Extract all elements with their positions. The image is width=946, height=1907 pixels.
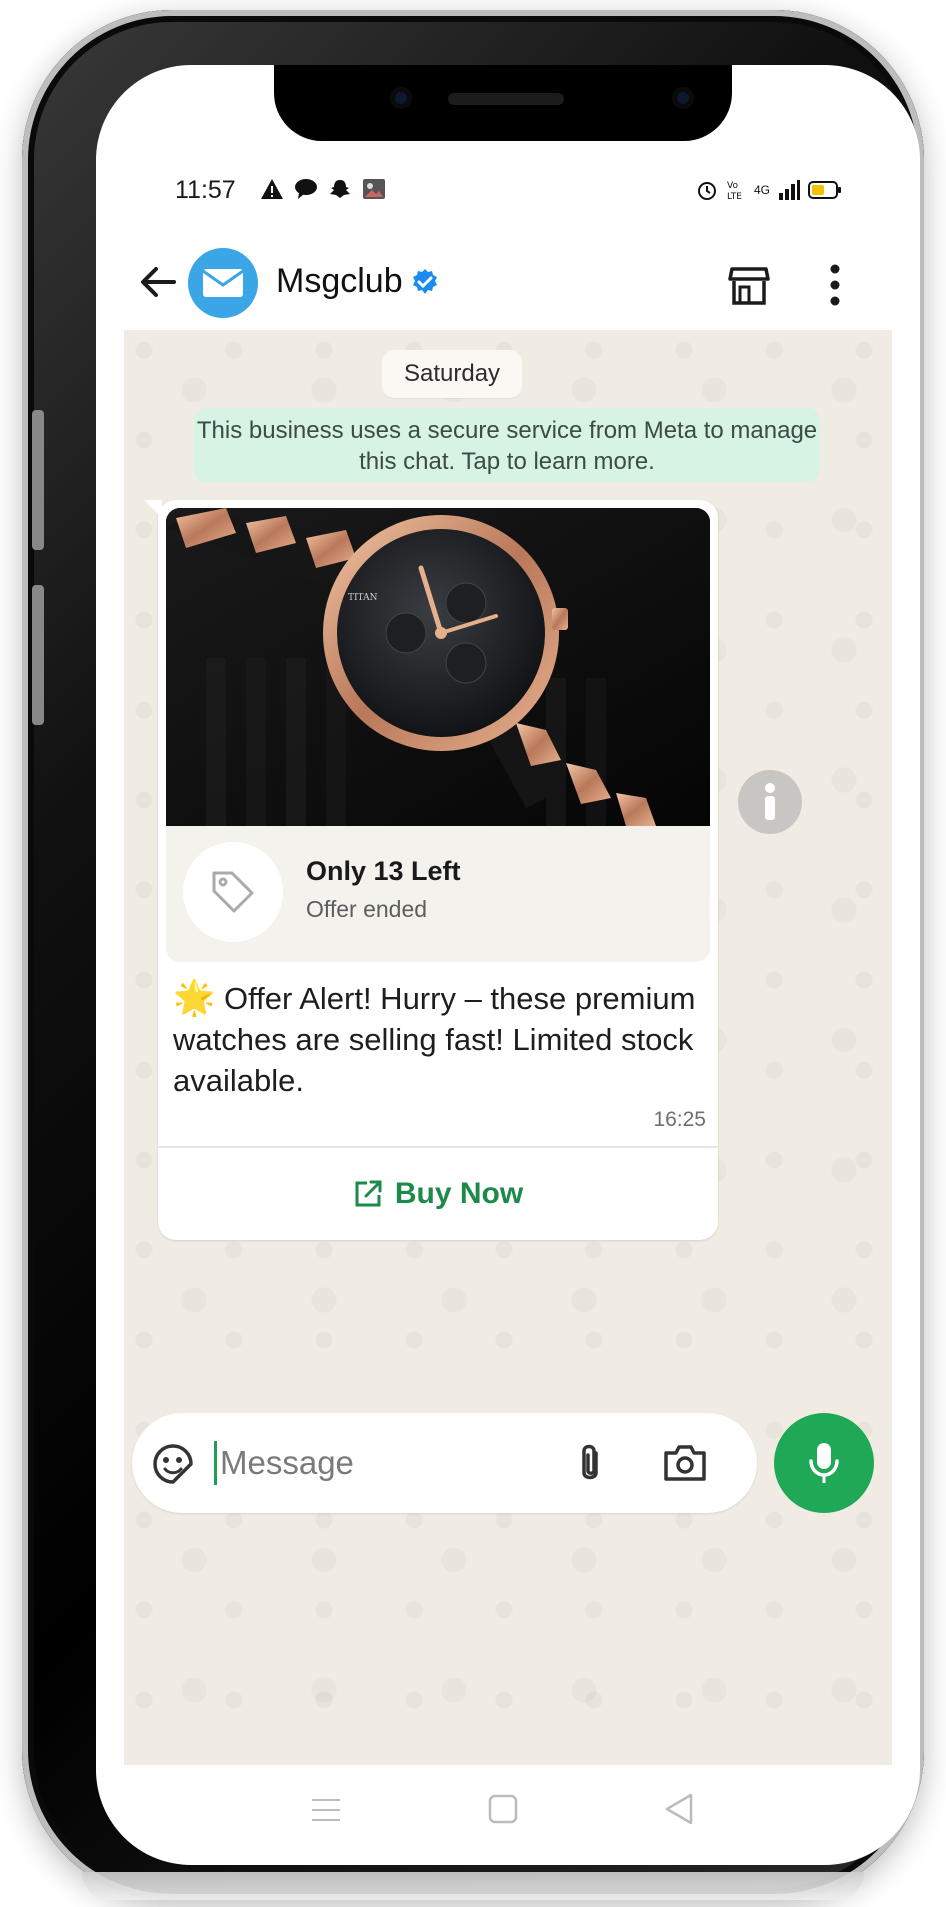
notification-icons: [260, 178, 386, 200]
envelope-icon: [202, 269, 244, 297]
voice-record-button[interactable]: [774, 1413, 874, 1513]
network-label: 4G: [753, 183, 770, 197]
back-arrow-icon[interactable]: [136, 260, 180, 304]
tag-icon-circle: [183, 842, 283, 942]
message-input[interactable]: [220, 1435, 520, 1491]
message-timestamp: 16:25: [653, 1108, 706, 1131]
paperclip-icon[interactable]: [572, 1441, 608, 1485]
info-glyph-icon: [765, 783, 775, 820]
chat-area[interactable]: Saturday This business uses a secure ser…: [124, 330, 892, 1765]
volte-icon: VoLTE: [727, 181, 742, 202]
camera-icon[interactable]: [662, 1443, 708, 1483]
camera-lens: [390, 87, 412, 109]
buy-now-button[interactable]: Buy Now: [158, 1148, 718, 1240]
contact-name[interactable]: Msgclub: [276, 262, 439, 301]
contact-name-text: Msgclub: [276, 262, 403, 300]
back-triangle-icon[interactable]: [664, 1792, 694, 1826]
bubble-tail: [144, 500, 162, 518]
more-options-icon[interactable]: [825, 262, 845, 308]
date-label: Saturday: [382, 350, 523, 398]
system-icons: Vo LTE 4G: [696, 178, 842, 202]
sensor-lens: [672, 87, 694, 109]
speaker-grille: [448, 93, 564, 105]
info-icon[interactable]: [738, 770, 802, 834]
external-link-icon: [355, 1180, 382, 1207]
system-nav-bar: [96, 1770, 920, 1860]
side-button: [32, 585, 44, 725]
sticker-icon[interactable]: [152, 1443, 194, 1485]
message-bubble[interactable]: TITAN Only 13 Left Offer ended 🌟 Offer A…: [144, 500, 718, 1240]
offer-title: Only 13 Left: [306, 856, 461, 886]
warning-icon: [261, 179, 283, 199]
phone-frame: 11:57 Vo LTE 4G Msgclub Saturday This bu…: [22, 10, 924, 1900]
snapchat-icon: [330, 180, 350, 198]
battery-icon: [808, 181, 841, 199]
recent-apps-icon[interactable]: [311, 1796, 341, 1824]
star-emoji: 🌟: [173, 979, 216, 1017]
text-cursor: [214, 1441, 217, 1485]
side-button: [32, 410, 44, 550]
message-body: Offer Alert! Hurry – these premium watch…: [173, 981, 696, 1098]
svg-text:LTE: LTE: [727, 192, 742, 202]
status-bar: 11:57 Vo LTE 4G: [96, 170, 920, 220]
microphone-icon: [809, 1443, 839, 1483]
message-text: 🌟 Offer Alert! Hurry – these premium wat…: [173, 978, 703, 1101]
message-composer: [132, 1413, 757, 1513]
chat-header: Msgclub: [96, 230, 920, 340]
storefront-icon[interactable]: [728, 265, 770, 307]
home-icon[interactable]: [488, 1794, 518, 1824]
svg-text:Vo: Vo: [727, 181, 738, 191]
product-image[interactable]: TITAN: [166, 508, 710, 826]
signal-icon: [779, 180, 800, 200]
offer-subtitle: Offer ended: [306, 896, 428, 922]
notch: [274, 65, 732, 141]
offer-card[interactable]: Only 13 Left Offer ended: [166, 826, 710, 962]
avatar[interactable]: [188, 248, 258, 318]
encryption-notice[interactable]: This business uses a secure service from…: [194, 408, 820, 482]
watch-image: TITAN: [166, 508, 710, 826]
phone-screen: 11:57 Vo LTE 4G Msgclub Saturday This bu…: [96, 65, 920, 1865]
buy-now-label: Buy Now: [394, 1177, 524, 1210]
image-notification-icon: [363, 179, 385, 199]
alarm-icon: [697, 182, 716, 200]
chat-notification-icon: [295, 179, 317, 199]
status-time: 11:57: [175, 176, 236, 204]
frame-reflection: [82, 1872, 864, 1900]
svg-text:TITAN: TITAN: [348, 593, 378, 603]
price-tag-icon: [212, 871, 254, 913]
verified-badge-icon: [412, 268, 437, 294]
